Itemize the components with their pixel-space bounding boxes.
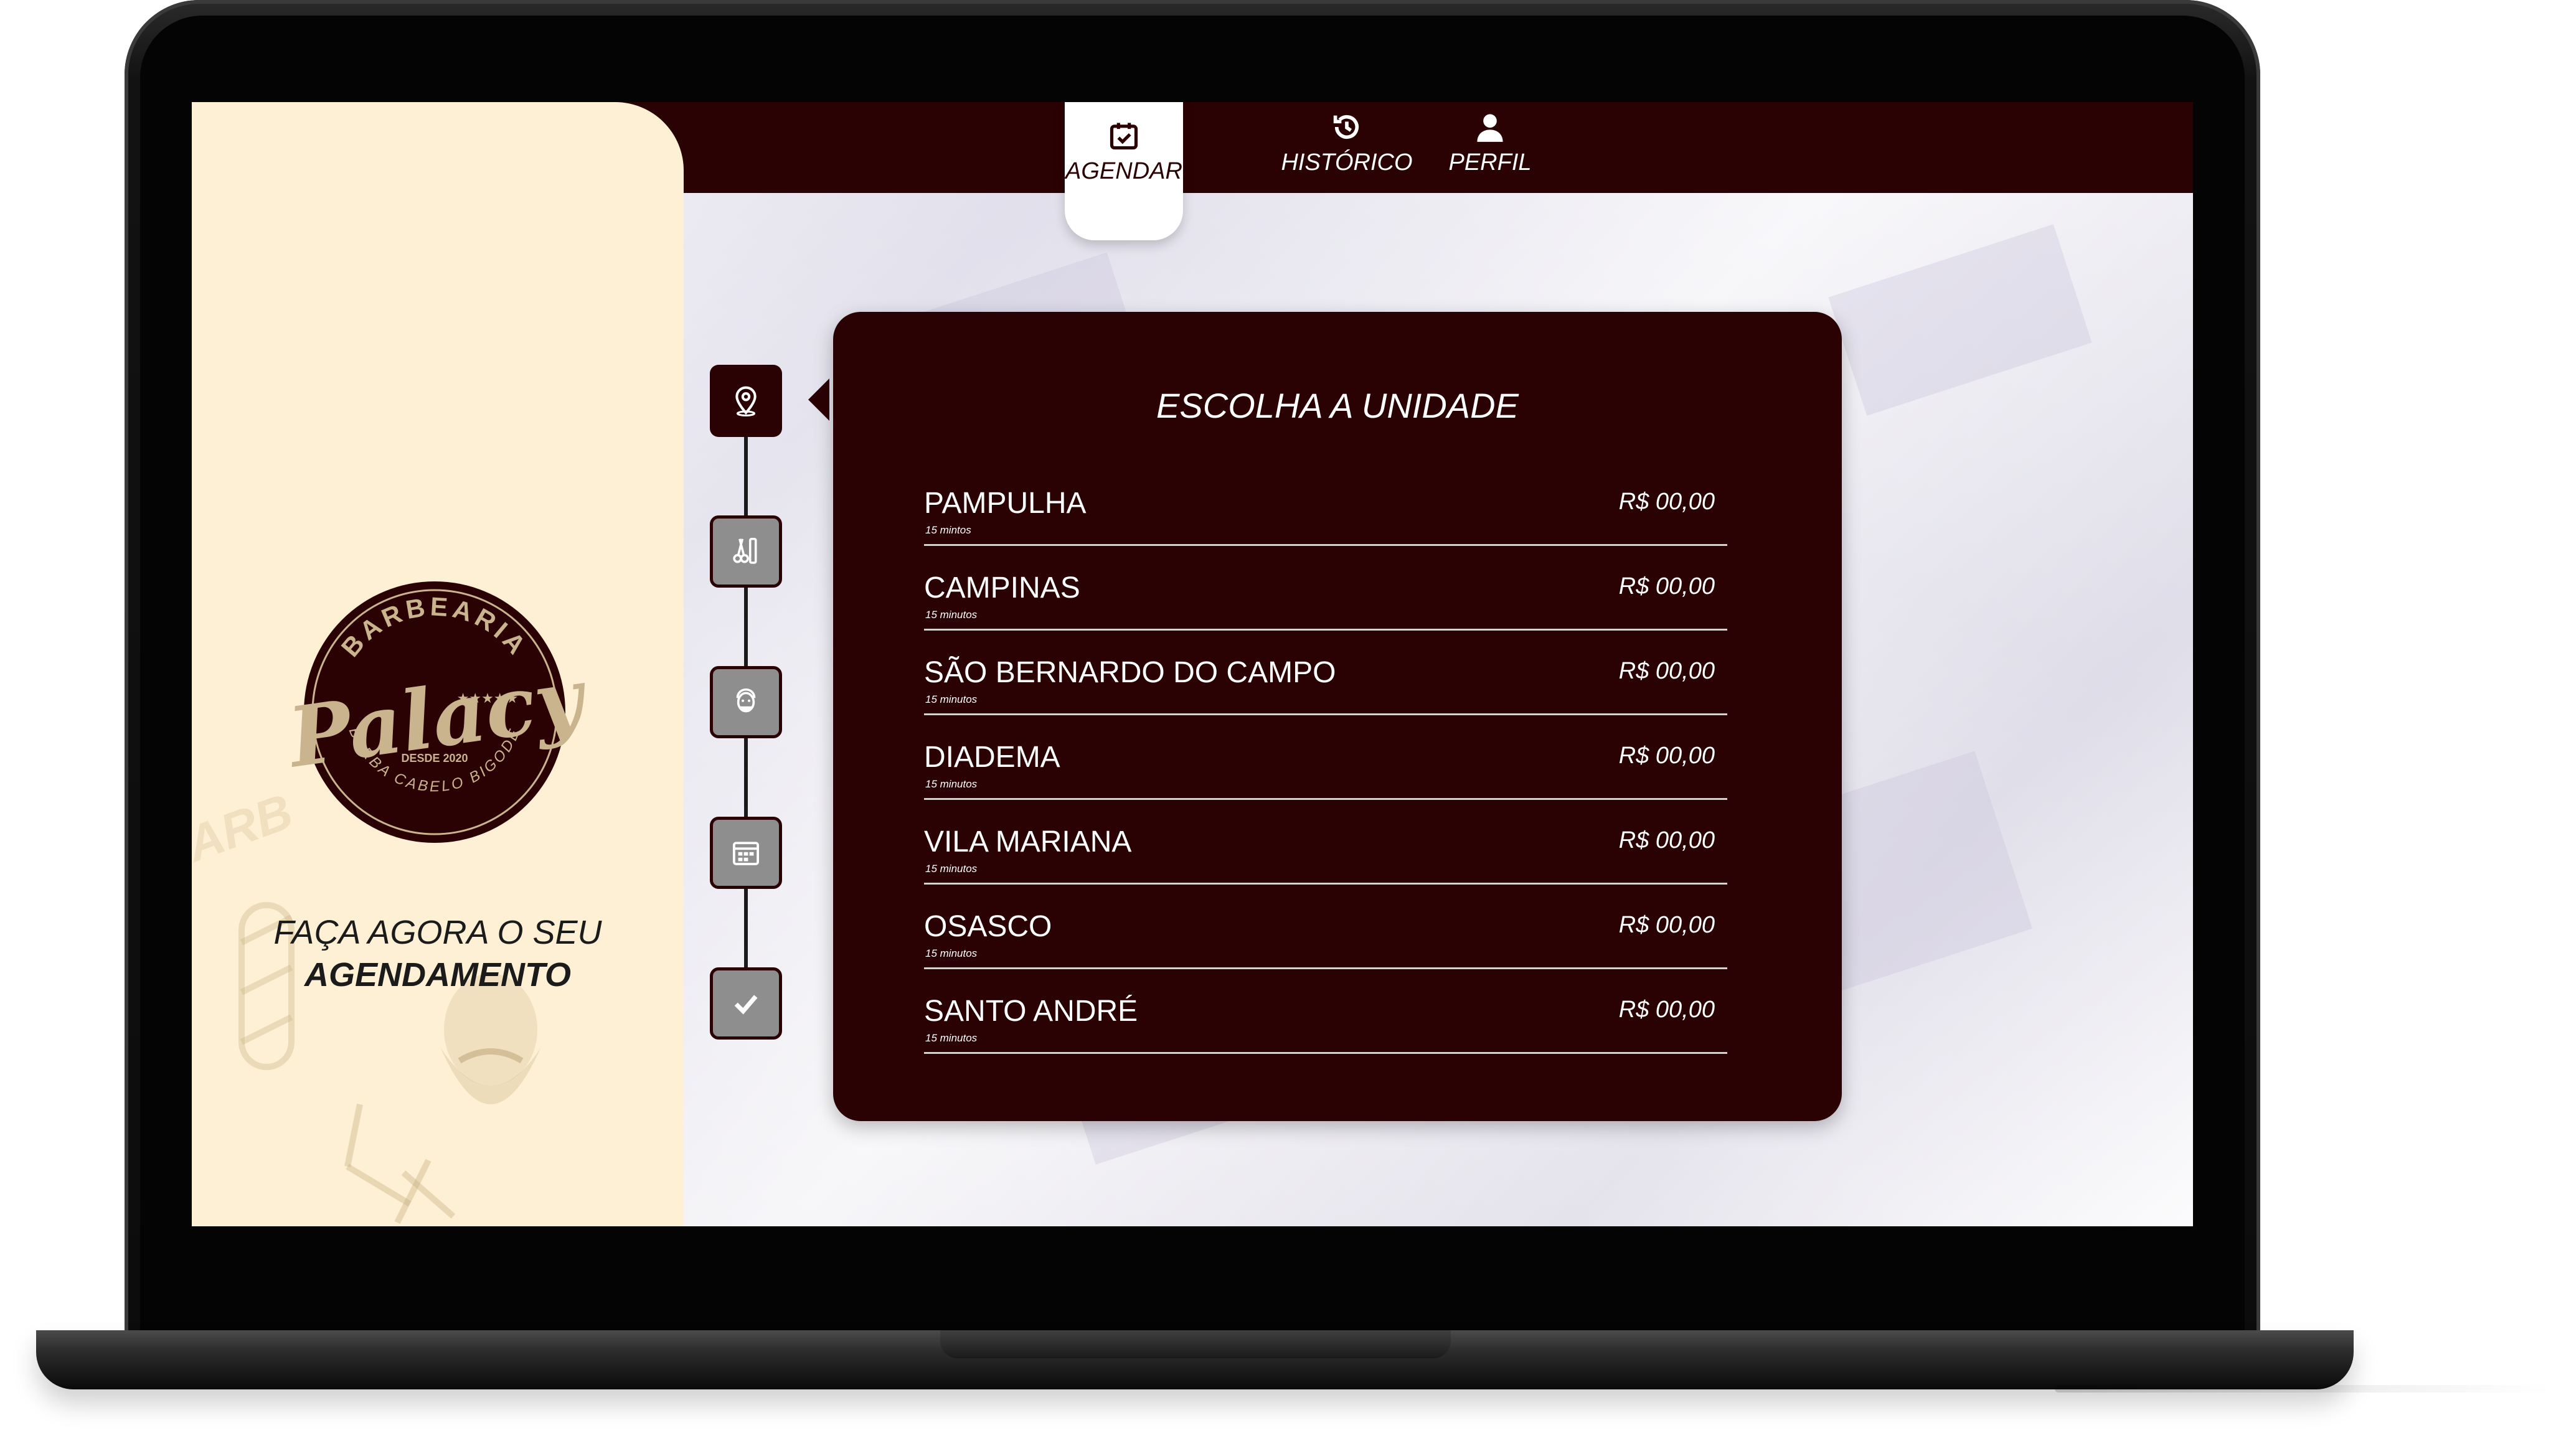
unit-row[interactable]: VILA MARIANA 15 minutos R$ 00,00 [924,800,1727,885]
unit-list: PAMPULHA 15 mintos R$ 00,00 CAMPINAS 15 minu… [924,461,1727,1054]
step-professional[interactable] [710,666,782,738]
unit-name: CAMPINAS [924,571,1080,604]
unit-name: PAMPULHA [924,487,1087,520]
unit-price: R$ 00,00 [1618,997,1715,1023]
app-screen: AGENDAR HISTÓRICO PERFIL ARB BARBEARIA B… [192,102,2193,1226]
card-title: ESCOLHA A UNIDADE [1156,386,1519,425]
user-icon [1477,114,1503,142]
sidebar: ARB BARBEARIA BARBA CABELO BIGODE ★★★★★ … [192,102,684,1226]
unit-row[interactable]: CAMPINAS 15 minutos R$ 00,00 [924,546,1727,631]
unit-selection-card: ESCOLHA A UNIDADE PAMPULHA 15 mintos R$ 00… [833,312,1842,1121]
logo-since-text: DESDE 2020 [401,752,468,764]
calendar-check-icon [1110,123,1138,150]
unit-duration: 15 minutos [925,1032,978,1044]
brand-logo: BARBEARIA BARBA CABELO BIGODE ★★★★★ Pala… [279,557,594,868]
history-icon [1333,115,1359,139]
unit-name: SÃO BERNARDO DO CAMPO [924,656,1336,689]
calendar-icon [732,842,760,865]
unit-name: VILA MARIANA [924,825,1132,858]
cta-line-2: AGENDAMENTO [304,956,572,993]
scissors-comb-icon [733,537,757,564]
step-service[interactable] [710,515,782,588]
unit-duration: 15 minutos [925,863,978,875]
unit-price: R$ 00,00 [1618,658,1715,684]
unit-row[interactable]: OSASCO 15 minutos R$ 00,00 [924,885,1727,969]
unit-duration: 15 minutos [925,947,978,959]
checkmark-icon [734,995,758,1015]
step-confirm[interactable] [710,967,782,1040]
scissors-deco-icon [344,1104,456,1224]
unit-row[interactable]: SÃO BERNARDO DO CAMPO 15 minutos R$ 00,00 [924,631,1727,715]
unit-duration: 15 mintos [925,524,971,536]
unit-price: R$ 00,00 [1618,912,1715,938]
location-pin-icon [735,386,757,416]
unit-row[interactable]: SANTO ANDRÉ 15 minutos R$ 00,00 [924,969,1727,1054]
step-pointer-arrow [808,378,829,421]
unit-duration: 15 minutos [925,693,978,705]
step-location[interactable] [710,365,782,437]
unit-duration: 15 minutos [925,778,978,790]
unit-duration: 15 minutos [925,609,978,621]
cta-line-1: FAÇA AGORA O SEU [273,914,602,951]
unit-name: OSASCO [924,910,1052,943]
unit-row[interactable]: DIADEMA 15 minutos R$ 00,00 [924,715,1727,800]
nav-tab-label: AGENDAR [1065,158,1182,184]
laptop-shadow [2055,1385,2553,1393]
unit-name: DIADEMA [924,741,1060,774]
unit-price: R$ 00,00 [1618,573,1715,599]
unit-row[interactable]: PAMPULHA 15 mintos R$ 00,00 [924,461,1727,546]
nav-tab-label: PERFIL [1448,149,1532,176]
nav-tab-historico[interactable]: HISTÓRICO [1244,111,1450,176]
call-to-action: FAÇA AGORA O SEU AGENDAMENTO [192,911,684,996]
nav-tab-agendar[interactable]: AGENDAR [1065,120,1183,185]
unit-price: R$ 00,00 [1618,827,1715,853]
nav-tab-label: HISTÓRICO [1281,149,1413,176]
unit-price: R$ 00,00 [1618,489,1715,515]
nav-tab-perfil[interactable]: PERFIL [1437,111,1543,176]
laptop-notch [940,1330,1451,1358]
barber-face-icon [736,688,756,713]
unit-price: R$ 00,00 [1618,743,1715,769]
step-date[interactable] [710,817,782,889]
unit-name: SANTO ANDRÉ [924,995,1138,1028]
